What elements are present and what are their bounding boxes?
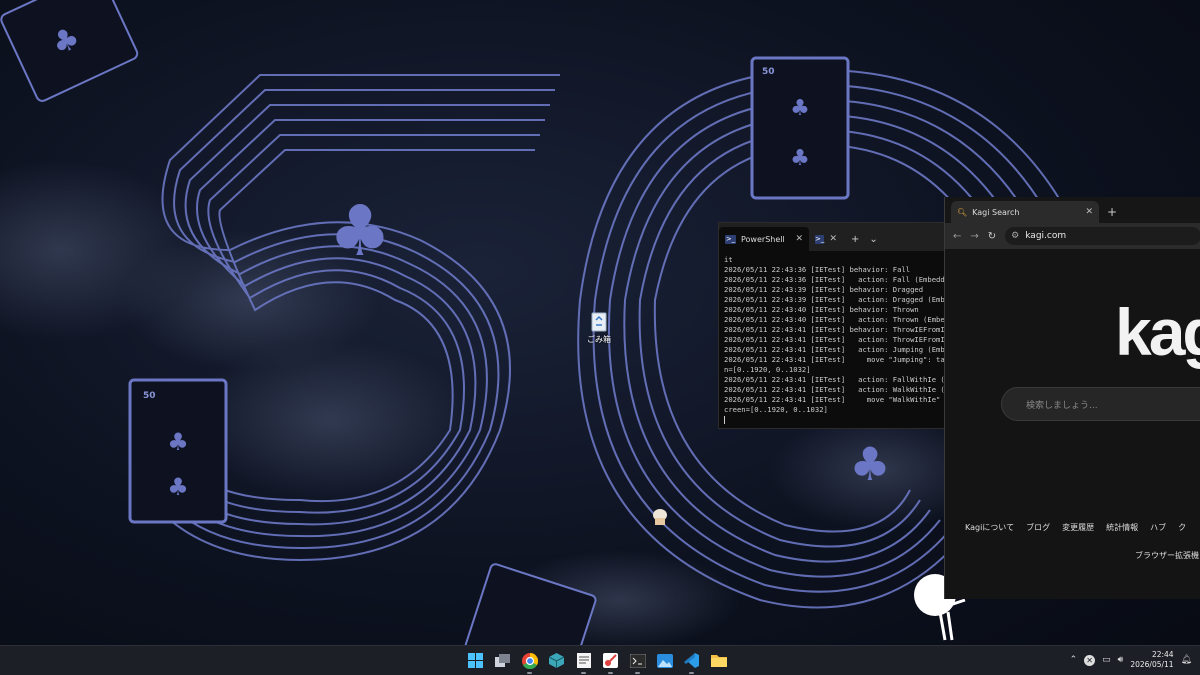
terminal-line: 2026/05/11 22:43:39 [IETest] behavior: D… xyxy=(724,285,924,294)
recycle-bin-label: ごみ箱 xyxy=(587,335,611,344)
terminal-line: 2026/05/11 22:43:36 [IETest] behavior: F… xyxy=(724,265,911,274)
file-explorer-button[interactable] xyxy=(709,651,728,670)
terminal-line: it xyxy=(724,255,733,264)
browser-window[interactable]: 🔍︎ Kagi Search ✕ + ← → ↻ ⚙ kagi.com kagi… xyxy=(944,197,1200,599)
svg-text:50: 50 xyxy=(143,391,156,401)
desktop-mascot[interactable] xyxy=(653,509,667,525)
task-view-button[interactable] xyxy=(493,651,512,670)
terminal-line: 2026/05/11 22:43:41 [IETest] behavior: T… xyxy=(724,325,945,334)
link-blog[interactable]: ブログ xyxy=(1026,522,1050,533)
vscode-icon xyxy=(684,653,699,668)
package-icon xyxy=(549,653,564,668)
chevron-up-icon[interactable]: ⌃ xyxy=(1070,655,1078,665)
link-hub[interactable]: ハブ xyxy=(1150,522,1166,533)
snipping-tool-icon xyxy=(603,653,618,668)
app-tray-icon[interactable]: ✕ xyxy=(1084,654,1096,666)
volume-icon[interactable]: 🔊︎ xyxy=(1118,655,1124,665)
terminal-icon xyxy=(629,653,646,668)
tab-kagi-search[interactable]: 🔍︎ Kagi Search ✕ xyxy=(951,201,1099,223)
clock-time: 22:44 xyxy=(1151,650,1174,659)
chevron-down-icon[interactable]: ⌄ xyxy=(869,234,877,245)
tab-secondary[interactable]: >_ ✕ xyxy=(809,227,843,251)
terminal-tab-bar: >_ PowerShell ✕ >_ ✕ + ⌄ xyxy=(719,223,949,251)
browser-toolbar: ← → ↻ ⚙ kagi.com xyxy=(945,223,1200,249)
search-icon: 🔍︎ xyxy=(957,207,968,217)
svg-text:♣: ♣ xyxy=(849,437,890,491)
task-view-icon xyxy=(495,654,510,667)
search-input[interactable]: 検索しましょう... xyxy=(1001,387,1200,421)
clock-date: 2026/05/11 xyxy=(1130,660,1174,669)
terminal-line: 2026/05/11 22:43:41 [IETest] action: Jum… xyxy=(724,345,945,354)
desktop: ♣ 50 ♣ ♣ 50 ♣ ♣ ♣ ♣ ごみ箱 >_ PowerShell ✕ … xyxy=(0,0,1200,645)
svg-text:♣: ♣ xyxy=(790,96,810,121)
link-truncated[interactable]: ク xyxy=(1178,522,1186,533)
network-icon[interactable]: ▭ xyxy=(1102,655,1111,665)
svg-text:50: 50 xyxy=(762,67,775,77)
folder-icon xyxy=(710,655,727,667)
windows-start-button[interactable] xyxy=(466,651,485,670)
terminal-window[interactable]: >_ PowerShell ✕ >_ ✕ + ⌄ it 2026/05/11 22… xyxy=(718,222,950,429)
new-tab-icon[interactable]: + xyxy=(851,234,859,245)
terminal-line: 2026/05/11 22:43:41 [IETest] move "WalkW… xyxy=(724,395,941,404)
terminal-line: 2026/05/11 22:43:41 [IETest] action: Wal… xyxy=(724,385,945,394)
text-cursor xyxy=(724,415,725,424)
svg-text:♣: ♣ xyxy=(790,146,810,171)
close-tab-icon[interactable]: ✕ xyxy=(795,234,803,244)
browser-tab-bar: 🔍︎ Kagi Search ✕ + xyxy=(945,197,1200,223)
terminal-line: 2026/05/11 22:43:41 [IETest] action: Fal… xyxy=(724,375,945,384)
recycle-bin-icon xyxy=(590,310,608,332)
svg-text:♣: ♣ xyxy=(167,473,189,501)
link-changelog[interactable]: 変更履歴 xyxy=(1062,522,1094,533)
tab-powershell[interactable]: >_ PowerShell ✕ xyxy=(719,227,809,251)
tab-title: Kagi Search xyxy=(972,207,1020,217)
terminal-button[interactable] xyxy=(628,651,647,674)
system-tray: ⌃ ✕ ▭ 🔊︎ 22:44 2026/05/11 🔔︎ xyxy=(1070,650,1192,670)
notepad-icon xyxy=(576,653,591,668)
terminal-line: 2026/05/11 22:43:41 [IETest] move "Jumpi… xyxy=(724,355,945,364)
terminal-output[interactable]: it 2026/05/11 22:43:36 [IETest] behavior:… xyxy=(719,251,949,424)
reload-icon[interactable]: ↻ xyxy=(988,231,996,242)
kagi-logo: kagi xyxy=(1115,295,1200,369)
terminal-line: creen=[0..1920, 0..1032] xyxy=(724,405,828,414)
taskbar: ⌃ ✕ ▭ 🔊︎ 22:44 2026/05/11 🔔︎ xyxy=(0,645,1200,675)
notification-bell-icon[interactable]: 🔔︎ xyxy=(1181,655,1192,665)
tab-powershell-label: PowerShell xyxy=(741,234,785,244)
new-tab-icon[interactable]: + xyxy=(1107,205,1117,219)
recycle-bin[interactable]: ごみ箱 xyxy=(584,310,614,345)
link-stats[interactable]: 統計情報 xyxy=(1106,522,1138,533)
site-info-icon[interactable]: ⚙ xyxy=(1011,231,1019,241)
vscode-button[interactable] xyxy=(682,651,701,674)
terminal-line: 2026/05/11 22:43:39 [IETest] action: Dra… xyxy=(724,295,945,304)
forward-icon[interactable]: → xyxy=(970,231,978,242)
close-tab-icon[interactable]: ✕ xyxy=(1085,207,1093,217)
browser-page: kagi 検索しましょう... Kagiについて ブログ 変更履歴 統計情報 ハ… xyxy=(945,249,1200,599)
powershell-icon: >_ xyxy=(815,234,825,244)
link-about[interactable]: Kagiについて xyxy=(965,522,1014,533)
photos-button[interactable] xyxy=(655,651,674,670)
snipping-tool-button[interactable] xyxy=(601,651,620,674)
footer-links: Kagiについて ブログ 変更履歴 統計情報 ハブ ク xyxy=(965,522,1186,533)
terminal-line: 2026/05/11 22:43:36 [IETest] action: Fal… xyxy=(724,275,945,284)
svg-text:♣: ♣ xyxy=(329,190,392,272)
address-bar[interactable]: ⚙ kagi.com xyxy=(1005,227,1200,245)
terminal-line: 2026/05/11 22:43:41 [IETest] action: Thr… xyxy=(724,335,945,344)
terminal-line: 2026/05/11 22:43:40 [IETest] behavior: T… xyxy=(724,305,919,314)
notepad-button[interactable] xyxy=(574,651,593,674)
address-text: kagi.com xyxy=(1025,231,1067,241)
close-tab-icon[interactable]: ✕ xyxy=(829,234,837,244)
chrome-icon xyxy=(521,652,538,669)
clock[interactable]: 22:44 2026/05/11 xyxy=(1130,650,1173,670)
package-manager-button[interactable] xyxy=(547,651,566,670)
terminal-line: 2026/05/11 22:43:40 [IETest] action: Thr… xyxy=(724,315,945,324)
windows-icon xyxy=(468,653,483,668)
terminal-line: n=[0..1920, 0..1032] xyxy=(724,365,811,374)
powershell-icon: >_ xyxy=(725,234,736,244)
photos-icon xyxy=(656,653,673,668)
link-browser-extensions[interactable]: ブラウザー拡張機 xyxy=(1135,550,1199,561)
chrome-button[interactable] xyxy=(520,651,539,674)
svg-text:♣: ♣ xyxy=(167,428,189,456)
back-icon[interactable]: ← xyxy=(953,231,961,242)
